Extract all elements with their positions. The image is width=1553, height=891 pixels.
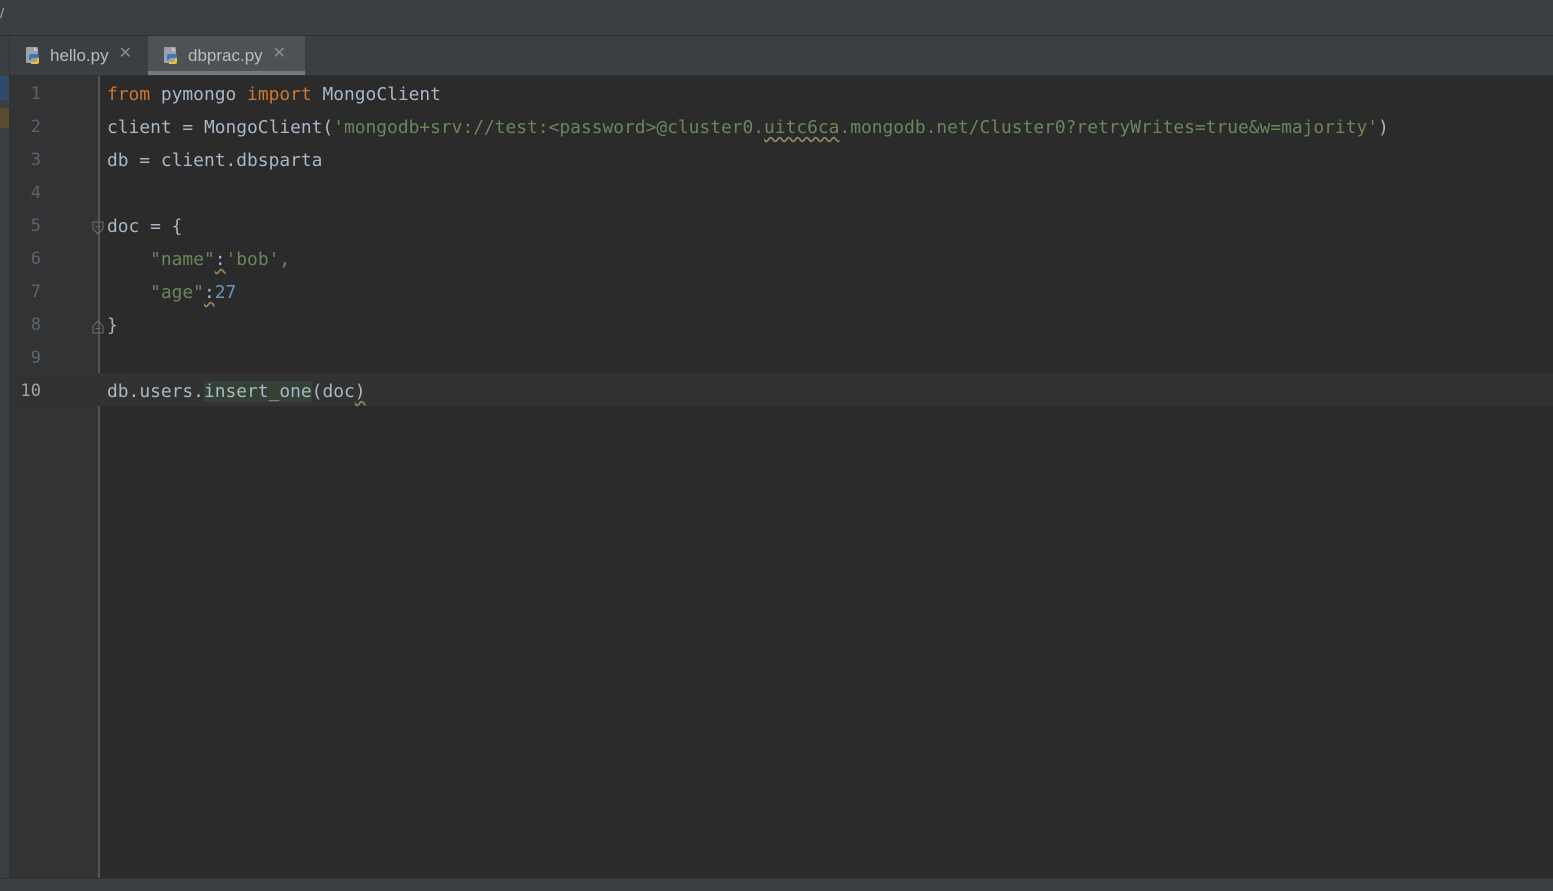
code-line-current[interactable]: 10 db.users.insert_one(doc) [10, 375, 1553, 408]
structure-tool-tab[interactable] [0, 108, 9, 128]
tab-label: dbprac.py [188, 45, 263, 65]
code-line[interactable]: 2 client = MongoClient('mongodb+srv://te… [10, 111, 1553, 144]
python-file-icon [162, 46, 182, 66]
line-number: 8 [30, 315, 41, 335]
code-text[interactable]: doc = { [107, 210, 182, 243]
code-text[interactable]: "age":27 [107, 276, 236, 309]
editor-bottom-border [0, 878, 1553, 891]
code-line[interactable]: 4 [10, 177, 1553, 210]
line-number: 4 [30, 183, 41, 203]
project-tool-tab[interactable] [0, 76, 9, 100]
code-text[interactable]: } [107, 309, 118, 342]
line-number: 3 [30, 150, 41, 170]
code-text[interactable]: from pymongo import MongoClient [107, 78, 441, 111]
code-text[interactable]: db.users.insert_one(doc) [107, 375, 366, 408]
window-title-bar: / [0, 0, 1553, 36]
title-mark: / [0, 6, 5, 20]
code-text[interactable]: db = client.dbsparta [107, 144, 322, 177]
code-line[interactable]: 6 "name":'bob', [10, 243, 1553, 276]
code-line[interactable]: 3 db = client.dbsparta [10, 144, 1553, 177]
code-line[interactable]: 9 [10, 342, 1553, 375]
fold-end-icon[interactable] [92, 319, 104, 334]
line-number: 7 [30, 282, 41, 302]
line-number: 10 [20, 381, 41, 401]
code-line[interactable]: 5 doc = { [10, 210, 1553, 243]
line-number: 1 [30, 84, 41, 104]
tab-hello-py[interactable]: hello.py ✕ [10, 36, 148, 75]
code-text[interactable]: "name":'bob', [107, 243, 290, 276]
line-number: 5 [30, 216, 41, 236]
close-icon[interactable]: ✕ [273, 43, 286, 63]
left-tool-strip [0, 36, 10, 890]
line-number: 9 [30, 348, 41, 368]
python-file-icon [24, 46, 44, 66]
tab-dbprac-py[interactable]: dbprac.py ✕ [148, 36, 305, 75]
code-line[interactable]: 1 from pymongo import MongoClient [10, 78, 1553, 111]
code-text[interactable]: client = MongoClient('mongodb+srv://test… [107, 111, 1389, 144]
fold-collapse-icon[interactable] [92, 220, 104, 235]
close-icon[interactable]: ✕ [119, 43, 132, 63]
tab-label: hello.py [50, 45, 109, 65]
code-editor[interactable]: 1 from pymongo import MongoClient 2 clie… [10, 76, 1553, 878]
line-number: 6 [30, 249, 41, 269]
code-line[interactable]: 7 "age":27 [10, 276, 1553, 309]
line-number: 2 [30, 117, 41, 137]
code-line[interactable]: 8 } [10, 309, 1553, 342]
editor-tab-bar: hello.py ✕ dbprac.py ✕ [10, 36, 1553, 76]
